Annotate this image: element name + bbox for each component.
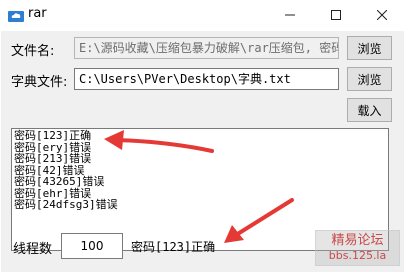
dict-path-field[interactable]: C:\Users\PVer\Desktop\字典.txt [74, 68, 339, 90]
close-button[interactable] [359, 0, 405, 30]
dialog-client-area: 文件名: E:\源码收藏\压缩包暴力破解\rar压缩包, 密码123 浏览 字典… [1, 31, 404, 272]
thread-count-input[interactable]: 100 [61, 233, 123, 259]
dict-label: 字典文件: [11, 75, 68, 90]
watermark-line1: 精易论坛 [331, 233, 384, 248]
browse-dict-button[interactable]: 浏览 [347, 67, 392, 91]
log-line: 密码[213]错误 [14, 152, 92, 165]
file-path-field[interactable]: E:\源码收藏\压缩包暴力破解\rar压缩包, 密码123 [74, 37, 339, 59]
log-line: 密码[123]正确 [14, 129, 92, 142]
log-line: 密码[43265]错误 [14, 175, 105, 188]
file-label: 文件名: [11, 44, 55, 59]
title-bar: rar [0, 0, 405, 31]
minimize-button[interactable] [267, 0, 313, 30]
window-title: rar [28, 6, 47, 21]
load-button[interactable]: 载入 [347, 98, 392, 122]
log-line: 密码[24dfsg3]错误 [14, 198, 118, 211]
watermark-logo: 精易论坛 bbs.125.la [315, 230, 400, 266]
browse-file-button[interactable]: 浏览 [347, 36, 392, 60]
thread-count-label: 线程数 [13, 242, 53, 257]
cloud-folder-icon [8, 11, 24, 22]
watermark-line2: bbs.125.la [328, 249, 387, 262]
status-text: 密码[123]正确 [131, 240, 216, 254]
maximize-button[interactable] [313, 0, 359, 30]
minimize-icon [285, 14, 295, 16]
close-icon [377, 10, 387, 20]
maximize-icon [331, 10, 341, 20]
